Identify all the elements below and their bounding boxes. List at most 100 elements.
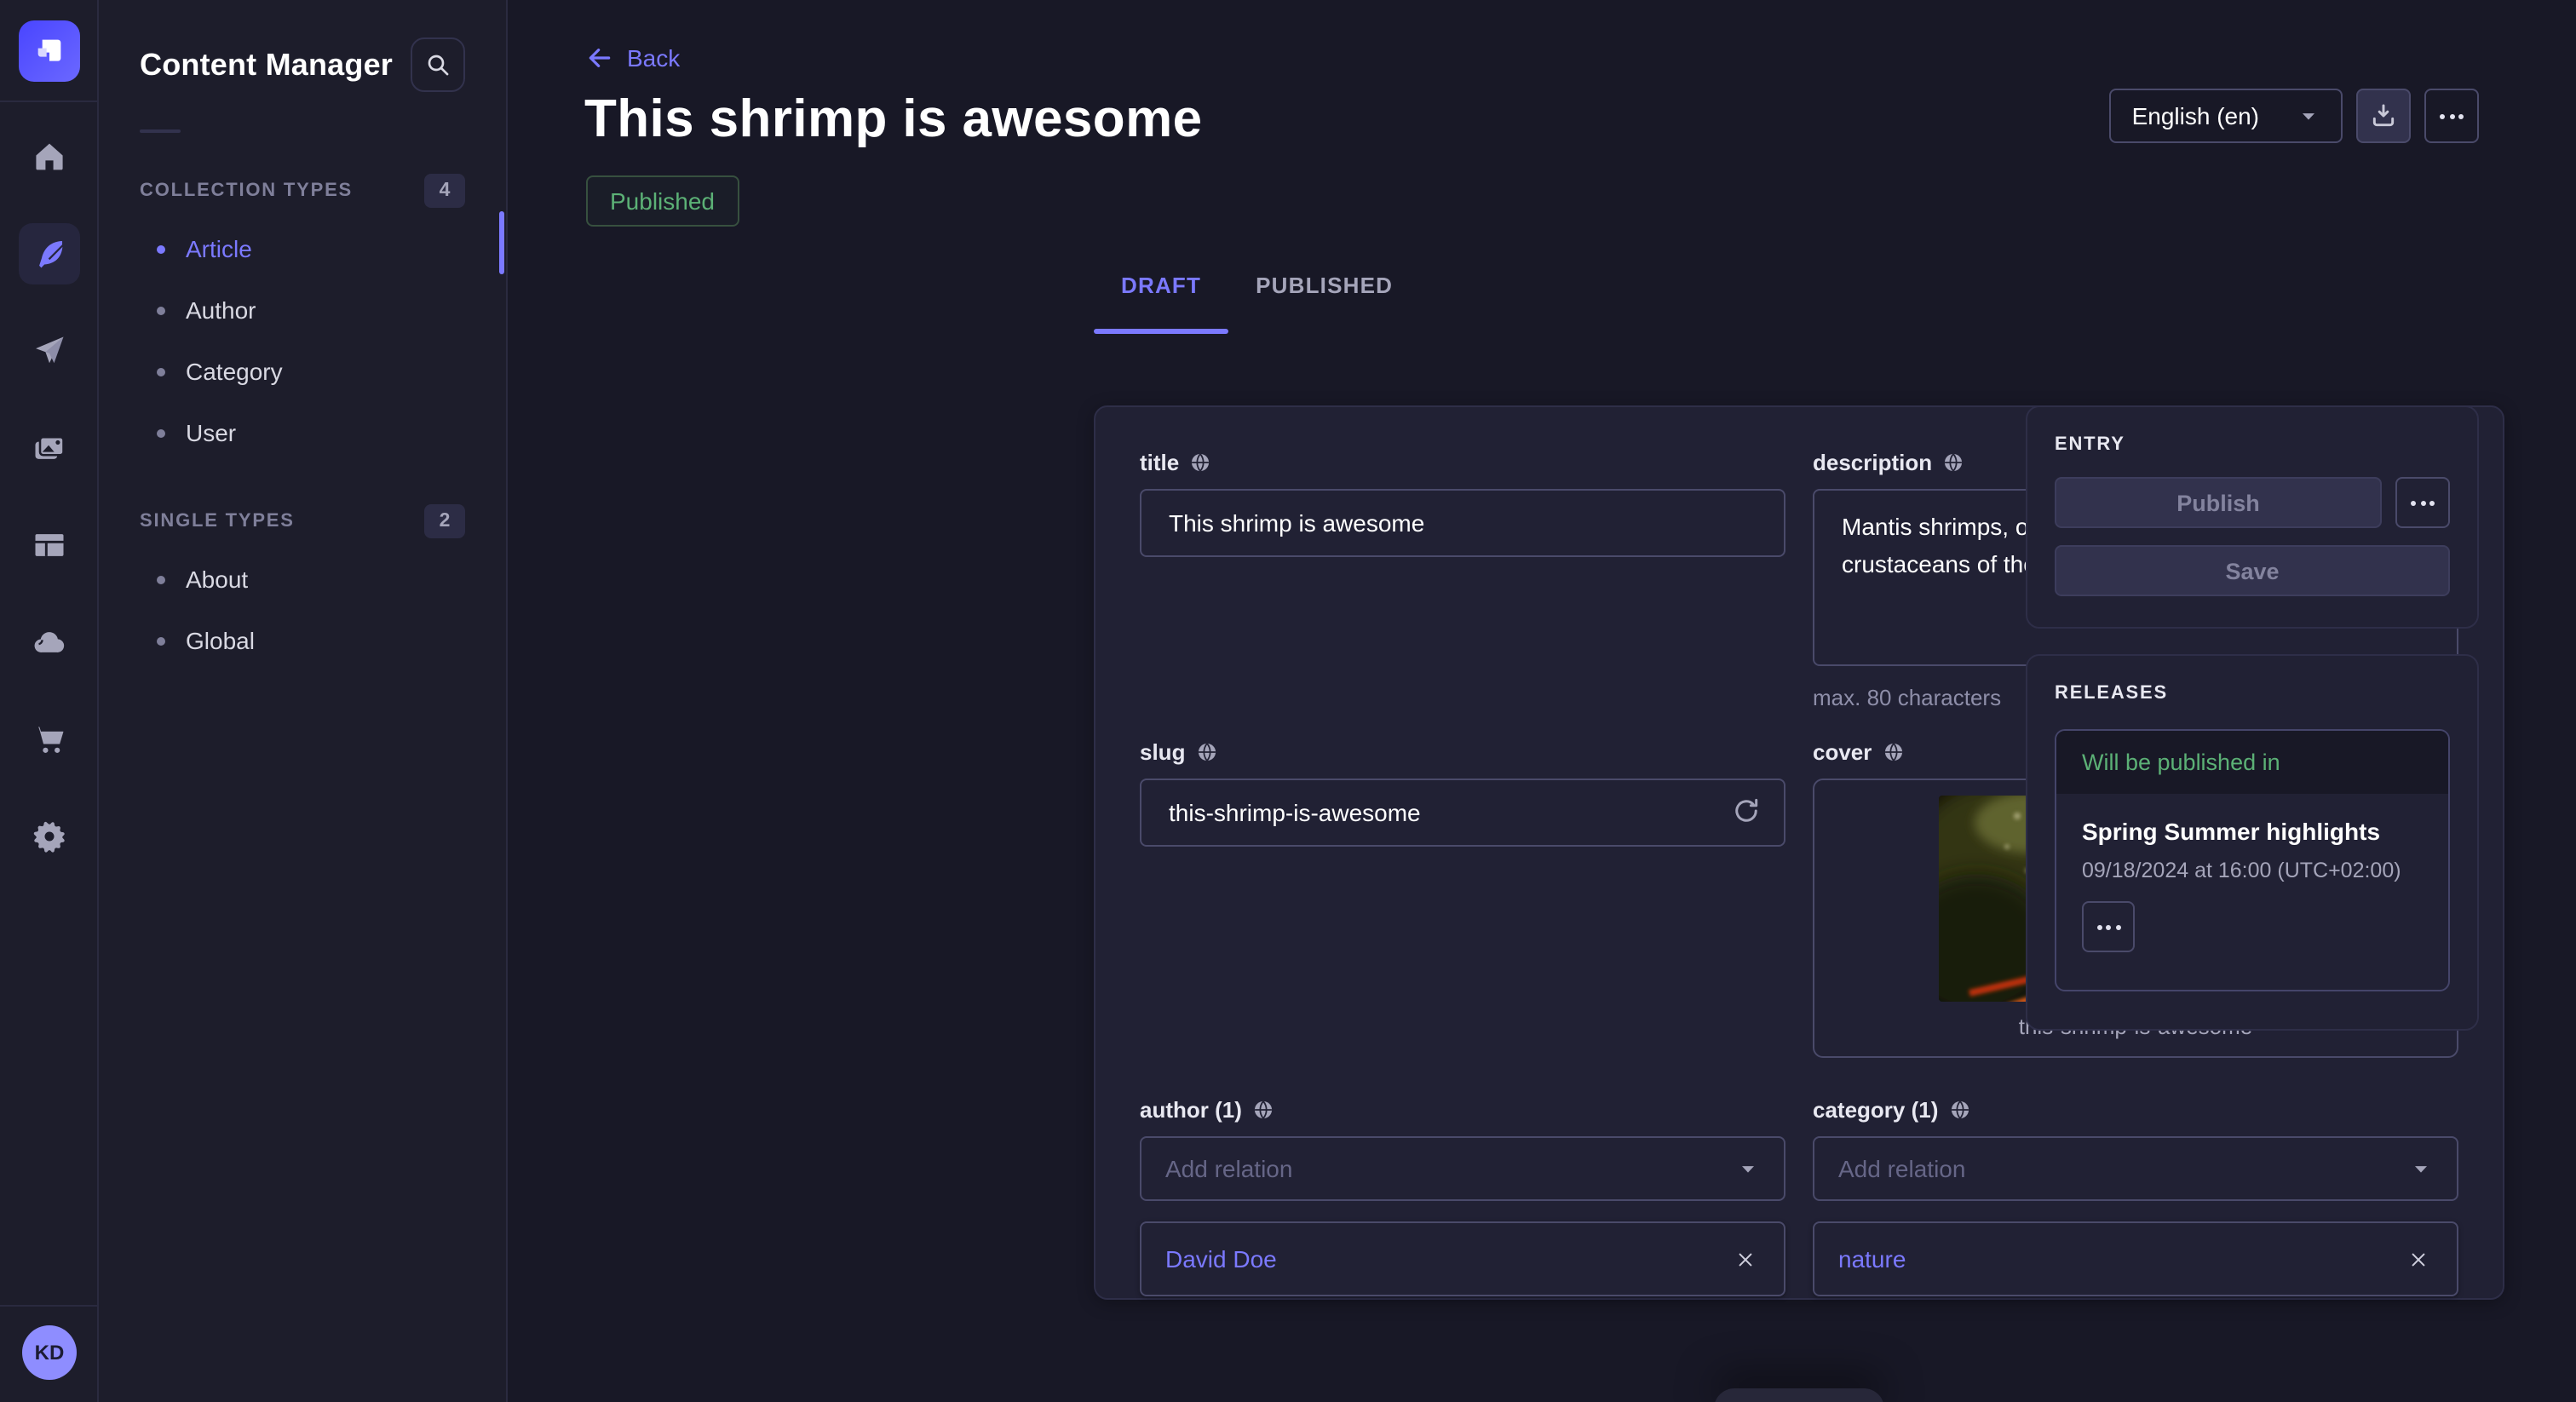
rail-divider [0, 101, 99, 102]
download-icon [2370, 102, 2397, 129]
subnav-header: Content Manager [99, 0, 506, 92]
sidebar-item-label: Global [186, 627, 255, 654]
release-name: Spring Summer highlights [2082, 818, 2423, 845]
back-link[interactable]: Back [586, 44, 680, 72]
chevron-down-icon [2297, 104, 2320, 128]
remove-relation-button[interactable] [1729, 1244, 1760, 1274]
close-icon [2408, 1250, 2427, 1268]
sidebar-item-author[interactable]: Author [99, 279, 506, 341]
user-avatar[interactable]: KD [22, 1325, 77, 1380]
bullet-icon [157, 367, 165, 376]
save-button[interactable]: Save [2055, 545, 2450, 596]
publish-button[interactable]: Publish [2055, 477, 2382, 528]
subnav-title: Content Manager [140, 47, 393, 83]
refresh-icon [1731, 796, 1762, 826]
field-label: slug [1140, 739, 1185, 765]
strapi-admin-app: KD Content Manager COLLECTION TYPES 4 Ar… [0, 0, 2576, 1402]
globe-i18n-icon [1195, 741, 1217, 763]
home-icon[interactable] [19, 126, 80, 187]
locale-select[interactable]: English (en) [2110, 89, 2343, 143]
combobox-placeholder: Add relation [1838, 1155, 1965, 1182]
slug-input[interactable] [1140, 779, 1785, 847]
rail-menu [0, 126, 99, 867]
category-field-group: category (1) Add relation nature [1813, 1097, 2458, 1296]
release-schedule: 09/18/2024 at 16:00 (UTC+02:00) [2082, 859, 2423, 882]
single-types-header: SINGLE TYPES 2 [99, 494, 506, 549]
collapsed-bottom-widget[interactable] [1714, 1388, 1884, 1402]
sidebar-item-label: Category [186, 358, 283, 385]
relation-link[interactable]: nature [1838, 1245, 1906, 1273]
releases-panel-title: RELEASES [2055, 683, 2450, 704]
paper-plane-icon[interactable] [19, 320, 80, 382]
status-badge-label: Published [610, 187, 715, 215]
close-icon [1735, 1250, 1754, 1268]
bullet-icon [157, 306, 165, 314]
category-relation-combobox[interactable]: Add relation [1813, 1136, 2458, 1201]
globe-i18n-icon [1948, 1099, 1970, 1121]
search-button[interactable] [411, 37, 465, 92]
chevron-down-icon [1736, 1157, 1760, 1181]
arrow-left-icon [586, 44, 613, 72]
collection-types-section: COLLECTION TYPES 4 Article Author Catego… [99, 164, 506, 463]
release-more-button[interactable] [2082, 901, 2135, 952]
sidebar-item-label: Article [186, 235, 252, 262]
author-field-group: author (1) Add relation David Doe [1140, 1097, 1785, 1296]
release-body: Spring Summer highlights 09/18/2024 at 1… [2056, 794, 2448, 976]
regenerate-slug-button[interactable] [1731, 796, 1762, 835]
section-label: SINGLE TYPES [140, 511, 295, 531]
release-card: Will be published in Spring Summer highl… [2055, 729, 2450, 991]
slug-field-group: slug [1140, 739, 1785, 1060]
field-label: category (1) [1813, 1097, 1938, 1123]
sidebar-item-about[interactable]: About [99, 549, 506, 610]
sidebar-item-user[interactable]: User [99, 402, 506, 463]
combobox-placeholder: Add relation [1165, 1155, 1292, 1182]
field-label: description [1813, 450, 1932, 475]
media-library-icon[interactable] [19, 417, 80, 479]
title-field-group: title [1140, 450, 1785, 702]
single-types-section: SINGLE TYPES 2 About Global [99, 494, 506, 671]
tab-draft[interactable]: DRAFT [1094, 273, 1228, 334]
content-builder-icon[interactable] [19, 514, 80, 576]
sidebar-item-global[interactable]: Global [99, 610, 506, 671]
tab-published[interactable]: PUBLISHED [1228, 273, 1420, 334]
more-icon [2096, 924, 2120, 929]
chevron-down-icon [2409, 1157, 2433, 1181]
strapi-logo-glyph [32, 34, 66, 68]
field-label: cover [1813, 739, 1872, 765]
entry-panel: ENTRY Publish Save [2026, 405, 2479, 629]
sidebar-item-label: Author [186, 296, 256, 324]
icon-rail: KD [0, 0, 99, 1402]
globe-i18n-icon [1252, 1099, 1274, 1121]
more-icon [2411, 500, 2435, 505]
search-icon [424, 51, 451, 78]
active-item-indicator [499, 211, 504, 274]
content-manager-feather-icon[interactable] [19, 223, 80, 284]
globe-i18n-icon [1882, 741, 1904, 763]
entry-actions-row: Publish [2055, 477, 2450, 528]
sidebar-item-article[interactable]: Article [99, 218, 506, 279]
sidebar-item-category[interactable]: Category [99, 341, 506, 402]
sidebar-item-label: About [186, 566, 248, 593]
bullet-icon [157, 244, 165, 253]
cloud-icon[interactable] [19, 612, 80, 673]
page-title: This shrimp is awesome [584, 89, 1203, 150]
releases-panel: RELEASES Will be published in Spring Sum… [2026, 654, 2479, 1031]
relation-link[interactable]: David Doe [1165, 1245, 1277, 1273]
category-relation-item[interactable]: nature [1813, 1221, 2458, 1296]
author-relation-item[interactable]: David Doe [1140, 1221, 1785, 1296]
entry-more-button[interactable] [2395, 477, 2450, 528]
author-relation-combobox[interactable]: Add relation [1140, 1136, 1785, 1201]
strapi-logo-icon[interactable] [19, 20, 80, 82]
header-more-button[interactable] [2424, 89, 2479, 143]
main-content: Back This shrimp is awesome Published En… [508, 0, 2576, 1402]
marketplace-cart-icon[interactable] [19, 709, 80, 770]
settings-gear-icon[interactable] [19, 806, 80, 867]
slug-input-wrap [1140, 779, 1785, 847]
bullet-icon [157, 636, 165, 645]
remove-relation-button[interactable] [2402, 1244, 2433, 1274]
title-field-label-row: title [1140, 450, 1785, 475]
rail-bottom-divider [0, 1305, 99, 1307]
title-input[interactable] [1140, 489, 1785, 557]
release-status-header: Will be published in [2056, 731, 2448, 794]
download-button[interactable] [2356, 89, 2411, 143]
